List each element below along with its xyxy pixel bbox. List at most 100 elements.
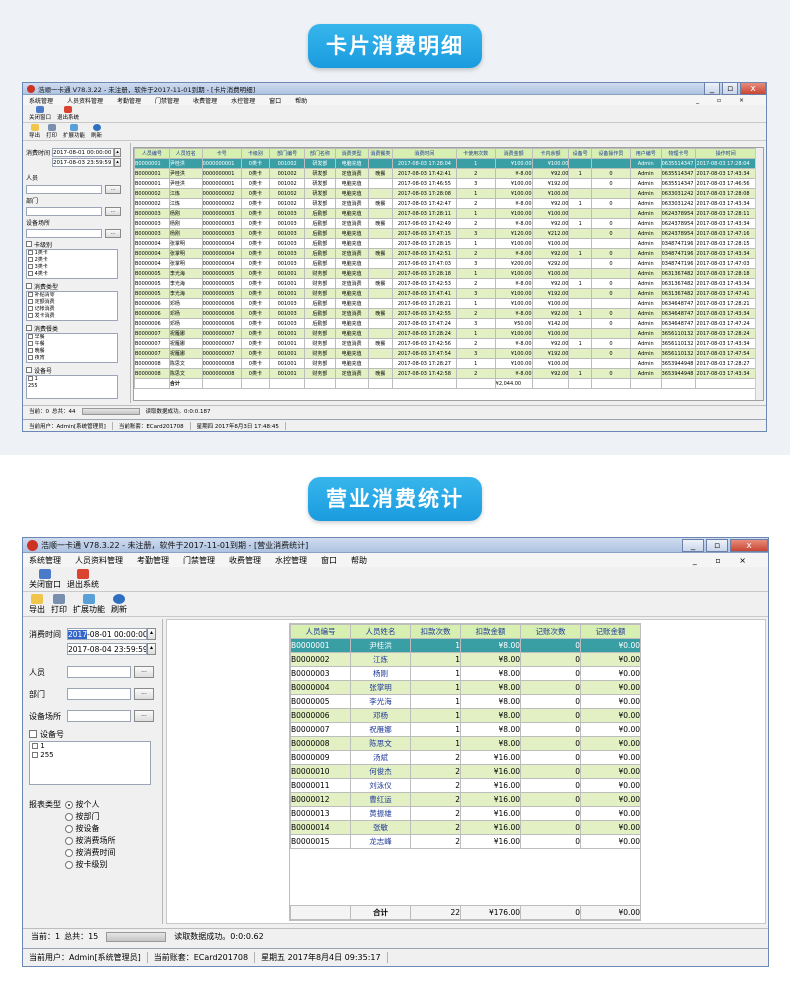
table-row[interactable]: B0000008 陈思文 0000000008 0类卡 001001 财务部 定值消费 晚餐 2… xyxy=(134,368,756,379)
table-row[interactable]: B0000007 祝雁娜 1 ¥8.00 0 ¥0.00 xyxy=(290,722,641,737)
menu-access[interactable]: 门禁管理 xyxy=(155,96,179,105)
radio-by-device[interactable]: 按设备 xyxy=(65,823,116,835)
table-row[interactable]: B0000006 邓杨 0000000006 0类卡 001003 后勤部 电脑充值 2017… xyxy=(134,318,756,329)
column-header[interactable]: 人员编号 xyxy=(134,148,170,159)
table-row[interactable]: B0000003 杨刚 1 ¥8.00 0 ¥0.00 xyxy=(290,666,641,681)
close-window-button[interactable]: 关闭窗口 xyxy=(29,106,51,121)
device-checkbox[interactable] xyxy=(26,367,32,373)
grid-scrollbar[interactable] xyxy=(755,148,763,400)
table-row[interactable]: B0000008 陈思文 0000000008 0类卡 001001 财务部 电脑充值 201… xyxy=(134,358,756,369)
print-button[interactable]: 打印 xyxy=(46,124,57,139)
card-level-list[interactable]: 1类卡 2类卡 3类卡 4类卡 xyxy=(26,249,118,279)
table-row[interactable]: B0000015 龙志峰 2 ¥16.00 0 ¥0.00 xyxy=(290,834,641,849)
table-row[interactable]: B0000001 尹桂洪 0000000001 0类卡 001002 研发部 电脑充值 201… xyxy=(134,178,756,189)
person-browse-button[interactable]: ... xyxy=(134,666,154,678)
table-row[interactable]: B0000005 李光海 0000000005 0类卡 001001 财务部 电脑充值 201… xyxy=(134,288,756,299)
column-header[interactable]: 卡级别 xyxy=(240,148,271,159)
column-header[interactable]: 消费时间 xyxy=(392,148,457,159)
time-to-input[interactable]: 2017-08-03 23:59:59 xyxy=(52,158,114,167)
table-row[interactable]: B0000002 江炼 0000000002 0类卡 001002 研发部 定值消费 晚餐 20… xyxy=(134,198,756,209)
column-header[interactable]: 部门名称 xyxy=(304,148,336,159)
exit-system-button[interactable]: 退出系统 xyxy=(57,106,79,121)
menu-personnel[interactable]: 人员资料管理 xyxy=(75,555,123,566)
maximize-button[interactable]: ▫ xyxy=(722,83,738,95)
refresh-button[interactable]: 刷新 xyxy=(111,594,127,615)
column-header[interactable]: 设备操作员 xyxy=(590,148,631,159)
time-to-input[interactable]: 2017-08-04 23:59:59 xyxy=(67,643,147,655)
export-button[interactable]: 导出 xyxy=(29,124,40,139)
close-button[interactable]: x xyxy=(740,83,766,95)
table-row[interactable]: B0000001 尹桂洪 1 ¥8.00 0 ¥0.00 xyxy=(290,638,641,653)
menu-charge[interactable]: 收费管理 xyxy=(193,96,217,105)
column-header[interactable]: 扣款次数 xyxy=(410,624,461,639)
mdi-controls[interactable]: _ ▫ × xyxy=(696,97,752,104)
column-header[interactable]: 物理卡号 xyxy=(660,148,697,159)
card-level-checkbox[interactable] xyxy=(26,241,32,247)
radio-by-person[interactable]: 按个人 xyxy=(65,799,116,811)
table-row[interactable]: B0000005 李光海 0000000005 0类卡 001001 财务部 电脑充值 201… xyxy=(134,268,756,279)
table-row[interactable]: B0000008 陈思文 1 ¥8.00 0 ¥0.00 xyxy=(290,736,641,751)
table-row[interactable]: B0000003 杨刚 0000000003 0类卡 001003 后勤部 定值消费 晚餐 20… xyxy=(134,218,756,229)
close-button[interactable]: x xyxy=(730,538,768,552)
person-browse-button[interactable]: ... xyxy=(105,185,121,194)
column-header[interactable]: 消费类型 xyxy=(334,148,369,159)
exit-system-button[interactable]: 退出系统 xyxy=(67,569,99,590)
column-header[interactable]: 人员姓名 xyxy=(168,148,203,159)
table-row[interactable]: B0000005 李光海 0000000005 0类卡 001001 财务部 定值消费 晚餐 2… xyxy=(134,278,756,289)
device-checkbox[interactable] xyxy=(29,730,37,738)
table-row[interactable]: B0000004 张掌明 1 ¥8.00 0 ¥0.00 xyxy=(290,680,641,695)
export-button[interactable]: 导出 xyxy=(29,594,45,615)
column-header[interactable]: 记账次数 xyxy=(520,624,581,639)
column-header[interactable]: 部门编号 xyxy=(269,148,306,159)
menu-water[interactable]: 水控管理 xyxy=(275,555,307,566)
column-header[interactable]: 卡号 xyxy=(201,148,242,159)
consume-type-list[interactable]: 补贴清零 定额消费 记帐消费 发卡消费 xyxy=(26,291,118,321)
menu-charge[interactable]: 收费管理 xyxy=(229,555,261,566)
table-row[interactable]: B0000002 江炼 1 ¥8.00 0 ¥0.00 xyxy=(290,652,641,667)
time-to-spinner[interactable]: ▴ xyxy=(147,643,156,655)
time-to-spinner[interactable]: ▴ xyxy=(114,158,121,167)
radio-by-dept[interactable]: 按部门 xyxy=(65,811,116,823)
extend-button[interactable]: 扩展功能 xyxy=(63,124,85,139)
table-row[interactable]: B0000006 邓杨 0000000006 0类卡 001003 后勤部 电脑充值 2017… xyxy=(134,298,756,309)
column-header[interactable]: 操作时间 xyxy=(695,148,756,159)
minimize-button[interactable]: _ xyxy=(682,538,704,552)
menu-access[interactable]: 门禁管理 xyxy=(183,555,215,566)
menu-attendance[interactable]: 考勤管理 xyxy=(137,555,169,566)
table-row[interactable]: B0000005 李光海 1 ¥8.00 0 ¥0.00 xyxy=(290,694,641,709)
table-row[interactable]: B0000013 黄振雄 2 ¥16.00 0 ¥0.00 xyxy=(290,806,641,821)
dept-input[interactable] xyxy=(67,688,131,700)
device-list[interactable]: 1 255 xyxy=(26,375,118,399)
menu-window[interactable]: 窗口 xyxy=(321,555,337,566)
dept-browse-button[interactable]: ... xyxy=(105,207,121,216)
menu-system[interactable]: 系统管理 xyxy=(29,555,61,566)
mdi-controls[interactable]: _ ▫ × xyxy=(693,556,754,565)
time-from-input[interactable]: 2017-08-01 00:00:00 xyxy=(52,147,114,157)
meal-checkbox[interactable] xyxy=(26,325,32,331)
menu-help[interactable]: 帮助 xyxy=(351,555,367,566)
dept-input[interactable] xyxy=(26,207,102,216)
consume-type-checkbox[interactable] xyxy=(26,283,32,289)
radio-by-place[interactable]: 按消费场所 xyxy=(65,835,116,847)
table-row[interactable]: B0000003 杨刚 0000000003 0类卡 001003 后勤部 电脑充值 2017… xyxy=(134,208,756,219)
extend-button[interactable]: 扩展功能 xyxy=(73,594,105,615)
refresh-button[interactable]: 刷新 xyxy=(91,124,102,139)
table-row[interactable]: B0000002 江炼 0000000002 0类卡 001002 研发部 电脑充值 2017… xyxy=(134,188,756,199)
time-from-spinner[interactable]: ▴ xyxy=(114,147,121,157)
menu-attendance[interactable]: 考勤管理 xyxy=(117,96,141,105)
table-row[interactable]: B0000004 张掌明 0000000004 0类卡 001003 后勤部 电脑充值 201… xyxy=(134,238,756,249)
column-header[interactable]: 人员编号 xyxy=(290,624,351,639)
minimize-button[interactable]: _ xyxy=(704,83,720,95)
dept-browse-button[interactable]: ... xyxy=(134,688,154,700)
column-header[interactable]: 消费餐类 xyxy=(367,148,394,159)
table-row[interactable]: B0000012 曹红运 2 ¥16.00 0 ¥0.00 xyxy=(290,792,641,807)
table-row[interactable]: B0000007 祝雁娜 0000000007 0类卡 001001 财务部 定值消费 晚餐 2… xyxy=(134,338,756,349)
table-row[interactable]: B0000001 尹桂洪 0000000001 0类卡 001002 研发部 定值消费 晚餐 2… xyxy=(134,168,756,179)
column-header[interactable]: 用户编号 xyxy=(629,148,662,159)
column-header[interactable]: 设备号 xyxy=(568,148,592,159)
time-from-input[interactable]: 2017-08-01 00:00:00 xyxy=(67,628,147,640)
column-header[interactable]: 消费金额 xyxy=(494,148,533,159)
menu-window[interactable]: 窗口 xyxy=(269,96,281,105)
table-row[interactable]: B0000009 汤斌 2 ¥16.00 0 ¥0.00 xyxy=(290,750,641,765)
place-browse-button[interactable]: ... xyxy=(105,229,121,238)
